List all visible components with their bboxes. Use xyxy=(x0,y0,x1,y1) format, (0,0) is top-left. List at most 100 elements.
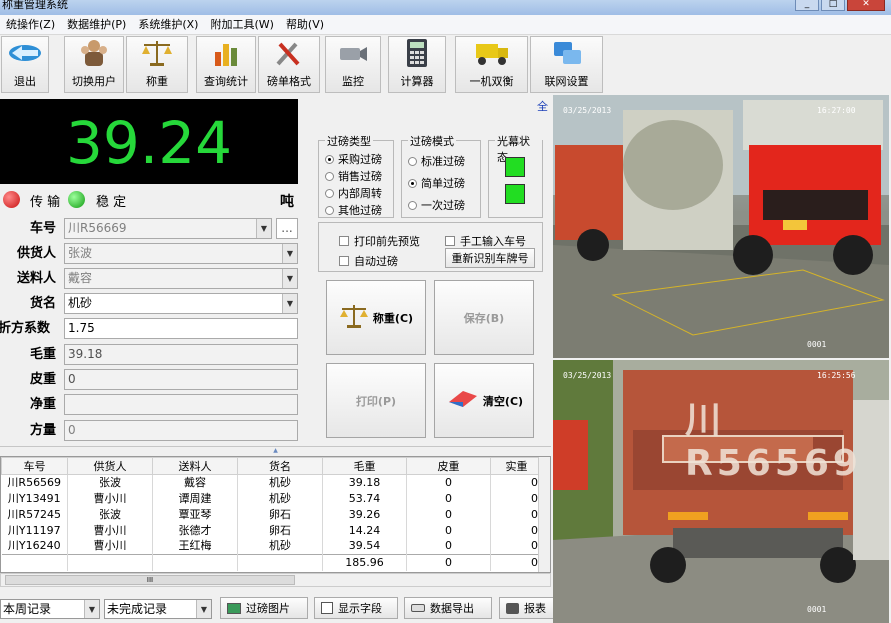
monitor-button[interactable]: 监控 xyxy=(325,36,381,93)
splitter[interactable]: ▲ xyxy=(0,446,551,454)
net-row: 净重 xyxy=(0,394,300,416)
print-button[interactable]: 打印(P) xyxy=(326,363,426,438)
period-select[interactable]: 本周记录 ▼ xyxy=(0,599,100,619)
table-vscrollbar[interactable] xyxy=(538,457,550,572)
manual-plate-checkbox[interactable]: 手工输入车号 xyxy=(445,233,526,249)
save-button[interactable]: 保存(B) xyxy=(434,280,534,355)
plate-browse-button[interactable]: ... xyxy=(276,218,298,239)
menu-tools[interactable]: 附加工具(W) xyxy=(204,15,279,34)
chevron-down-icon[interactable]: ▼ xyxy=(256,219,271,238)
table-row[interactable]: 川Y16240 曹小川 王红梅 机砂 39.54 0 0 xyxy=(1,538,543,555)
col-shipper[interactable]: 送料人 xyxy=(152,457,238,475)
exit-icon xyxy=(6,37,44,69)
switch-user-button[interactable]: 切换用户 xyxy=(64,36,124,93)
chevron-down-icon[interactable]: ▼ xyxy=(196,600,211,618)
col-goods[interactable]: 货名 xyxy=(237,457,323,475)
table-row[interactable]: 川Y11197 曹小川 张德才 卵石 14.24 0 0 xyxy=(1,522,543,539)
status-row: 传 输 稳 定 吨 xyxy=(0,189,300,211)
chevron-down-icon[interactable]: ▼ xyxy=(282,294,297,313)
window-title: 称重管理系统 xyxy=(2,0,68,11)
title-bar: 称重管理系统 _ □ ✕ xyxy=(0,0,891,15)
full-link[interactable]: 全 xyxy=(537,98,548,114)
camera-top-date: 03/25/2013 xyxy=(563,106,612,115)
net-label: 净重 xyxy=(29,397,56,412)
col-supplier[interactable]: 供货人 xyxy=(67,457,153,475)
dual-scale-button[interactable]: 一机双衡 xyxy=(455,36,528,93)
weigh-type-radio-sales[interactable]: 销售过磅 xyxy=(325,168,382,184)
shipper-select[interactable]: 戴容 ▼ xyxy=(64,268,298,289)
table-row[interactable]: 川Y13491 曹小川 谭周建 机砂 53.74 0 0 xyxy=(1,490,543,507)
volume-input[interactable]: 0 xyxy=(64,420,298,441)
ticket-format-button[interactable]: 磅单格式 xyxy=(258,36,320,93)
hscroll-thumb[interactable]: III xyxy=(5,575,295,585)
weigh-mode-radio-simple[interactable]: 简单过磅 xyxy=(408,175,465,191)
plate-label: 车号 xyxy=(29,221,56,236)
weigh-mode-radio-once[interactable]: 一次过磅 xyxy=(408,197,465,213)
factor-input[interactable]: 1.75 xyxy=(64,318,298,339)
chevron-down-icon[interactable]: ▼ xyxy=(282,269,297,288)
col-net[interactable]: 实重 xyxy=(490,457,543,475)
weigh-type-radio-other[interactable]: 其他过磅 xyxy=(325,202,382,218)
weigh-mode-group: 过磅模式 标准过磅 简单过磅 一次过磅 xyxy=(401,133,481,218)
plate-input[interactable]: 川R56669 ▼ xyxy=(64,218,272,239)
table-row[interactable]: 川R57245 张波 覃亚琴 卵石 39.26 0 0 xyxy=(1,506,543,523)
weigh-button[interactable]: 称重(C) xyxy=(326,280,426,355)
menu-bar: 统操作(Z) 数据维护(P) 系统维护(X) 附加工具(W) 帮助(V) xyxy=(0,15,891,35)
query-stats-button[interactable]: 查询统计 xyxy=(196,36,256,93)
weigh-mode-radio-standard[interactable]: 标准过磅 xyxy=(408,153,465,169)
supplier-label: 供货人 xyxy=(16,246,56,261)
preview-checkbox[interactable]: 打印前先预览 xyxy=(339,233,420,249)
eraser-icon xyxy=(445,388,479,413)
close-button[interactable]: ✕ xyxy=(847,0,885,11)
goods-label: 货名 xyxy=(29,296,56,311)
export-button[interactable]: 数据导出 xyxy=(404,597,492,619)
camera-view-top[interactable]: 03/25/2013 16:27:00 0001 xyxy=(553,95,889,358)
shipper-row: 送料人 戴容 ▼ xyxy=(0,268,300,290)
weigh-type-radio-internal[interactable]: 内部周转 xyxy=(325,185,382,201)
weight-display: 39.24 xyxy=(0,99,298,184)
recognize-plate-button[interactable]: 重新识别车牌号 xyxy=(445,248,535,268)
transmit-led-icon xyxy=(3,191,20,208)
chart-icon xyxy=(207,37,245,69)
chevron-down-icon[interactable]: ▼ xyxy=(84,600,99,618)
maximize-button[interactable]: □ xyxy=(821,0,845,11)
camera-view-bottom[interactable]: 川R56569 03/25/2013 16:25:56 0001 xyxy=(553,360,889,623)
toolbar: 退出 切换用户 称重 查询统计 磅单格式 监控 计算器 一机双衡 联网设置 xyxy=(0,35,891,95)
scale-icon xyxy=(138,37,176,69)
menu-help[interactable]: 帮助(V) xyxy=(280,15,330,34)
gross-row: 毛重 39.18 xyxy=(0,344,300,366)
records-table: 车号 供货人 送料人 货名 毛重 皮重 实重 川R56569 张波 戴容 机砂 39.1… xyxy=(0,456,551,573)
weigh-type-radio-purchase[interactable]: 采购过磅 xyxy=(325,151,382,167)
light-curtain-indicator-2 xyxy=(505,184,525,204)
chevron-down-icon[interactable]: ▼ xyxy=(282,244,297,263)
radio-icon xyxy=(325,171,334,181)
factor-row: 折方系数 1.75 xyxy=(0,318,300,340)
col-tare[interactable]: 皮重 xyxy=(406,457,491,475)
col-gross[interactable]: 毛重 xyxy=(322,457,407,475)
weigh-toolbar-button[interactable]: 称重 xyxy=(126,36,188,93)
clear-button[interactable]: 清空(C) xyxy=(434,363,534,438)
minimize-button[interactable]: _ xyxy=(795,0,819,11)
menu-system-ops[interactable]: 统操作(Z) xyxy=(0,15,61,34)
table-row[interactable]: 川R56569 张波 戴容 机砂 39.18 0 0 xyxy=(1,474,543,491)
plate-row: 车号 川R56669 ▼ ... xyxy=(0,218,300,240)
goods-select[interactable]: 机砂 ▼ xyxy=(64,293,298,314)
tare-input[interactable]: 0 xyxy=(64,369,298,390)
gross-input[interactable]: 39.18 xyxy=(64,344,298,365)
photos-button[interactable]: 过磅图片 xyxy=(220,597,308,619)
menu-data-maintenance[interactable]: 数据维护(P) xyxy=(61,15,132,34)
fields-button[interactable]: 显示字段 xyxy=(314,597,398,619)
table-hscrollbar[interactable]: III xyxy=(0,573,551,587)
camera-top-time: 16:27:00 xyxy=(817,106,856,115)
checkbox-icon xyxy=(445,236,455,246)
exit-button[interactable]: 退出 xyxy=(1,36,49,93)
filter-select[interactable]: 未完成记录 ▼ xyxy=(104,599,212,619)
menu-system-maintenance[interactable]: 系统维护(X) xyxy=(132,15,204,34)
supplier-select[interactable]: 张波 ▼ xyxy=(64,243,298,264)
network-settings-button[interactable]: 联网设置 xyxy=(530,36,603,93)
auto-weigh-checkbox[interactable]: 自动过磅 xyxy=(339,253,398,269)
report-button[interactable]: 报表 xyxy=(499,597,559,619)
calculator-button[interactable]: 计算器 xyxy=(388,36,446,93)
col-plate[interactable]: 车号 xyxy=(1,457,68,475)
net-input[interactable] xyxy=(64,394,298,415)
